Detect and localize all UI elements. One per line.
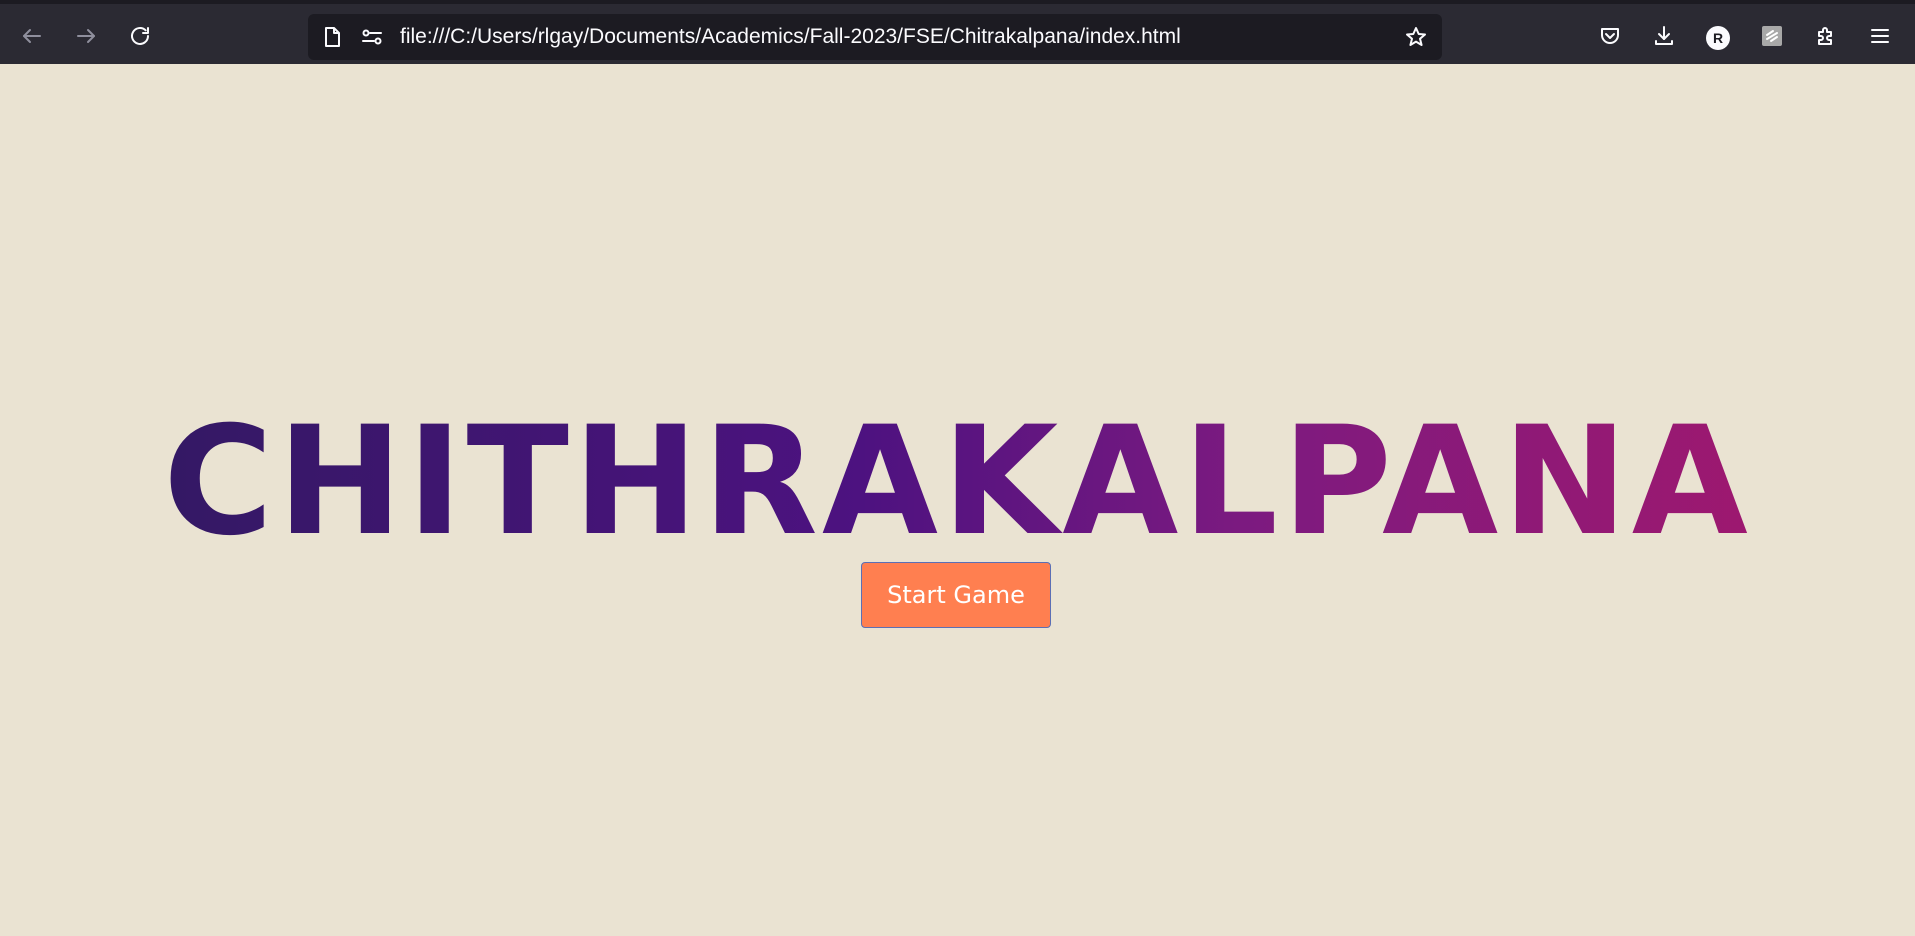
forward-icon bbox=[77, 29, 95, 43]
url-text[interactable]: file:///C:/Users/rlgay/Documents/Academi… bbox=[400, 14, 1181, 60]
extensions-puzzle-icon bbox=[1818, 27, 1832, 45]
reload-button[interactable] bbox=[120, 16, 160, 56]
page-title: CHITHRAKALPANA bbox=[0, 392, 1915, 572]
start-game-button[interactable]: Start Game bbox=[861, 562, 1051, 628]
account-icon[interactable]: R bbox=[1706, 26, 1730, 50]
downloads-button[interactable] bbox=[1644, 16, 1684, 56]
page-content: CHITHRAKALPANA Start Game bbox=[0, 64, 1915, 936]
extensions-button[interactable] bbox=[1806, 16, 1846, 56]
extension-button[interactable] bbox=[1752, 16, 1792, 56]
forward-button[interactable] bbox=[66, 16, 106, 56]
reload-icon bbox=[131, 27, 149, 45]
bookmark-star-icon[interactable] bbox=[1404, 25, 1428, 49]
extension-icon bbox=[1762, 26, 1782, 46]
back-button[interactable] bbox=[12, 16, 52, 56]
pocket-icon bbox=[1601, 28, 1619, 44]
permissions-icon[interactable] bbox=[360, 25, 384, 49]
downloads-icon bbox=[1655, 26, 1673, 45]
url-bar[interactable]: file:///C:/Users/rlgay/Documents/Academi… bbox=[308, 14, 1442, 60]
menu-button[interactable] bbox=[1860, 16, 1900, 56]
pocket-button[interactable] bbox=[1590, 16, 1630, 56]
page-icon bbox=[325, 27, 340, 47]
back-icon bbox=[23, 29, 41, 43]
menu-icon bbox=[1871, 29, 1889, 43]
browser-toolbar: file:///C:/Users/rlgay/Documents/Academi… bbox=[0, 0, 1915, 64]
